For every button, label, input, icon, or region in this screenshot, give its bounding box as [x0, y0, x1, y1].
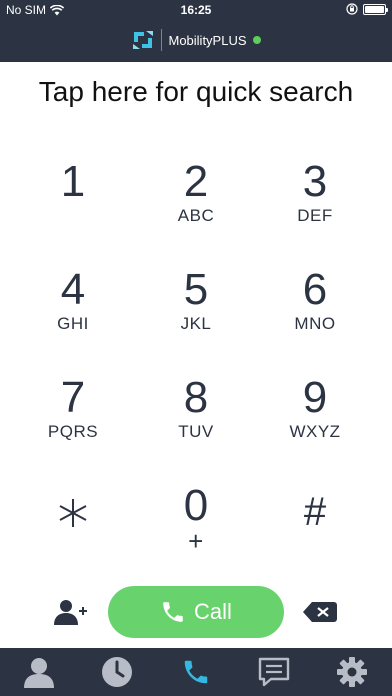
tab-contacts[interactable]: [0, 648, 78, 696]
key-6[interactable]: 6 MNO: [260, 266, 370, 356]
status-time: 16:25: [180, 3, 212, 17]
chat-icon: [258, 657, 290, 687]
key-letters: DEF: [297, 206, 333, 225]
tab-chat[interactable]: [235, 648, 313, 696]
call-button[interactable]: Call: [108, 586, 284, 638]
app-header: No SIM 16:25 MobilityPLUS: [0, 0, 392, 62]
key-0[interactable]: 0 +: [141, 482, 251, 572]
contacts-icon: [24, 658, 54, 688]
battery-level: [365, 5, 384, 13]
key-digit: 1: [60, 157, 86, 206]
recents-clock-icon: [102, 657, 132, 687]
dialpad-phone-icon: [184, 660, 208, 684]
key-digit: 3: [302, 157, 328, 206]
dial-action-row: Call: [0, 585, 392, 639]
status-bar: No SIM 16:25: [0, 0, 392, 20]
bottom-tab-bar: [0, 648, 392, 696]
asterisk-icon: [59, 499, 87, 527]
brand-bar: MobilityPLUS: [0, 27, 392, 53]
tab-dialpad[interactable]: [157, 648, 235, 696]
key-3[interactable]: 3 DEF: [260, 158, 370, 248]
key-1[interactable]: 1: [18, 158, 128, 248]
key-9[interactable]: 9 WXYZ: [260, 374, 370, 464]
key-letters: TUV: [178, 422, 214, 441]
app-name: MobilityPLUS: [168, 32, 247, 48]
key-digit: 9: [302, 373, 328, 422]
key-letters: JKL: [180, 314, 212, 333]
key-letters: +: [188, 526, 204, 556]
key-letters: WXYZ: [289, 422, 341, 441]
key-4[interactable]: 4 GHI: [18, 266, 128, 356]
status-right: [346, 3, 388, 15]
key-2[interactable]: 2 ABC: [141, 158, 251, 248]
key-digit: 4: [60, 265, 86, 314]
brand-separator: [161, 29, 163, 51]
backspace-icon[interactable]: [302, 600, 338, 624]
key-digit: #: [303, 490, 327, 534]
key-digit: 2: [183, 157, 209, 206]
key-digit: 8: [183, 373, 209, 422]
key-digit: 5: [183, 265, 209, 314]
call-button-label: Call: [194, 599, 232, 624]
settings-gear-icon: [337, 657, 367, 687]
quick-search-field[interactable]: Tap here for quick search: [0, 70, 392, 114]
key-letters: MNO: [294, 314, 336, 333]
key-5[interactable]: 5 JKL: [141, 266, 251, 356]
key-letters: ABC: [177, 206, 215, 225]
key-digit: 7: [60, 373, 86, 422]
tab-recents[interactable]: [78, 648, 156, 696]
key-letters: PQRS: [47, 422, 99, 441]
rotation-lock-icon: [346, 3, 358, 15]
phone-icon: [163, 602, 183, 622]
key-star[interactable]: [18, 486, 128, 576]
tab-settings[interactable]: [313, 648, 391, 696]
key-digit: 6: [302, 265, 328, 314]
key-8[interactable]: 8 TUV: [141, 374, 251, 464]
key-hash[interactable]: #: [260, 486, 370, 576]
battery-icon: [363, 3, 388, 15]
presence-status-dot: [252, 36, 261, 44]
mobilityplus-logo-icon: [133, 31, 154, 49]
key-digit: 0: [183, 481, 209, 530]
key-letters: GHI: [57, 314, 89, 333]
add-contact-icon[interactable]: [52, 597, 88, 627]
key-7[interactable]: 7 PQRS: [18, 374, 128, 464]
